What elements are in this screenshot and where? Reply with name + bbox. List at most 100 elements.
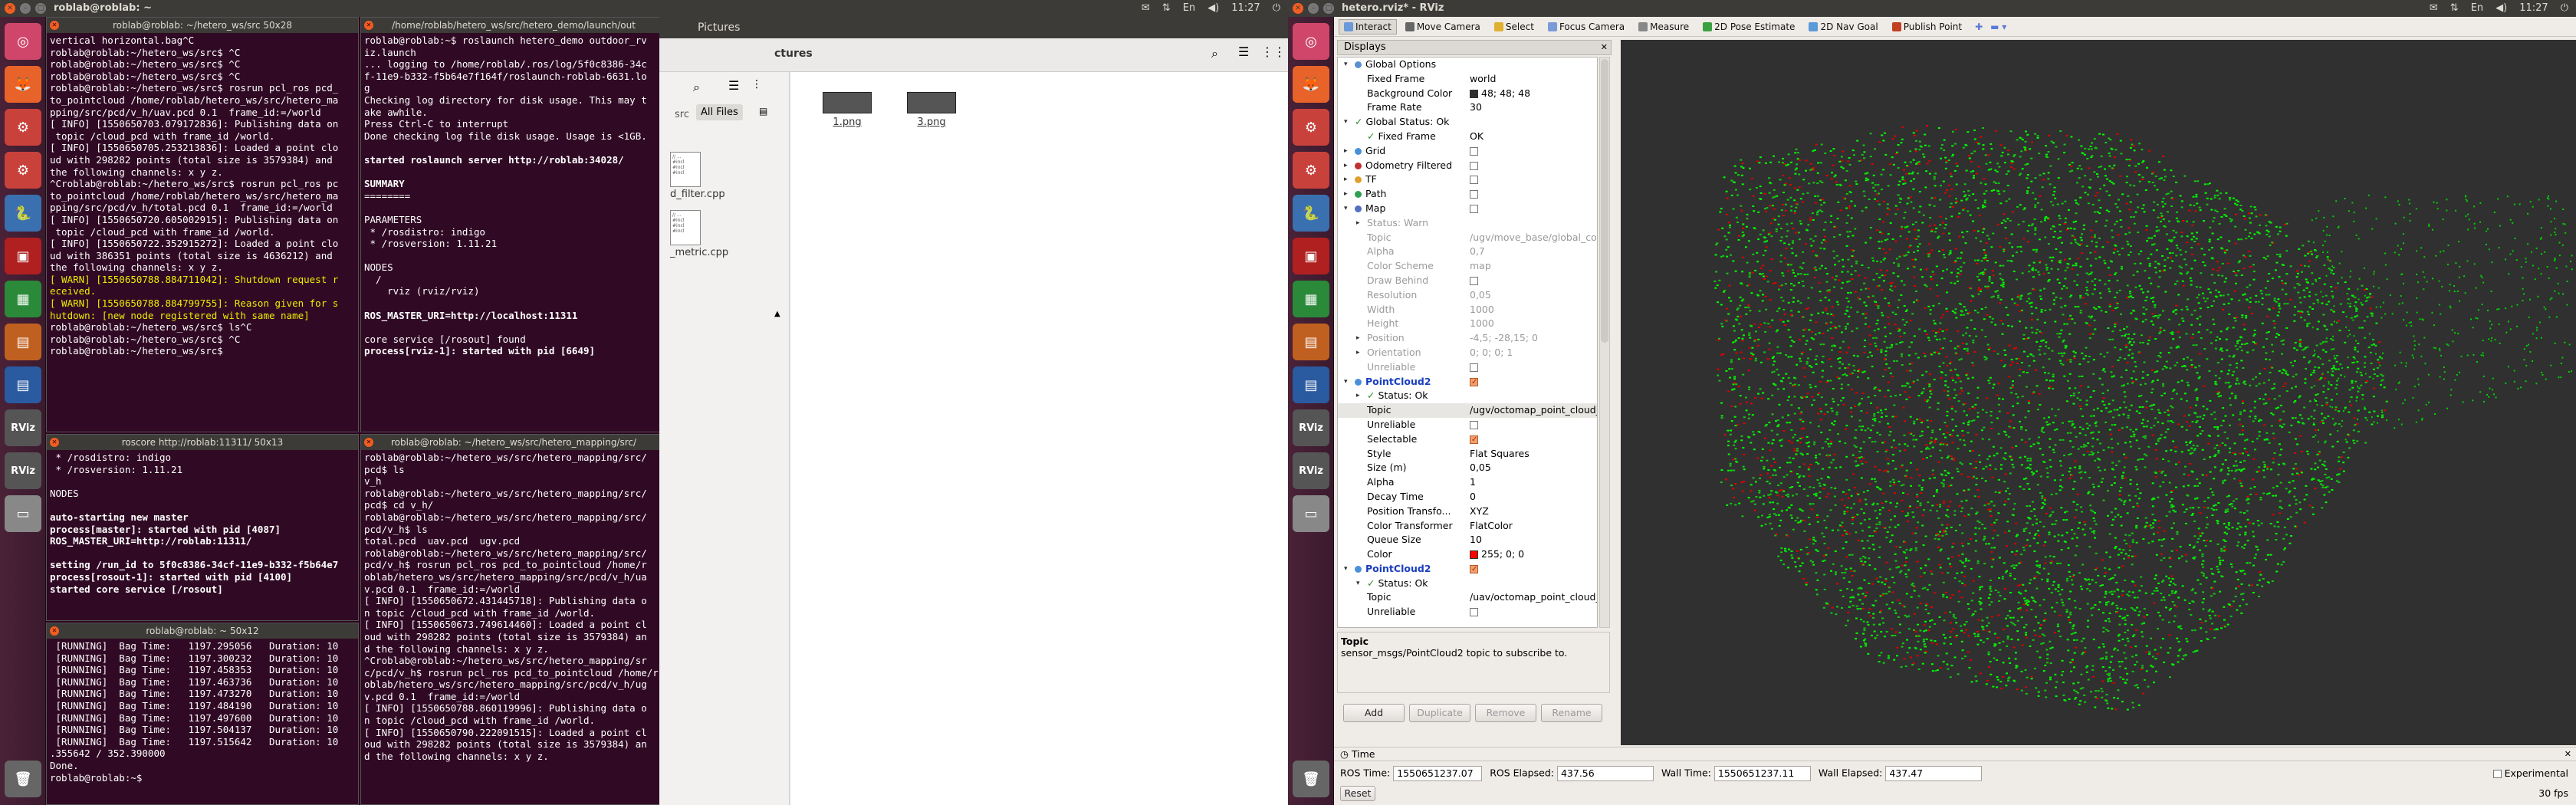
terminal-mapping[interactable]: ✕ roblab@roblab: ~/hetero_ws/src/hetero_m… [360, 434, 667, 805]
close-icon[interactable]: ✕ [2564, 748, 2571, 761]
display-row[interactable]: Decay Time 0 [1338, 490, 1597, 504]
rviz-icon[interactable]: RViz [5, 452, 41, 489]
enable-checkbox[interactable] [1470, 276, 1478, 285]
collapse-arrow-icon[interactable]: ▾ [1356, 577, 1360, 591]
tool-move-camera[interactable]: Move Camera [1400, 19, 1486, 34]
maximize-icon[interactable]: □ [35, 3, 46, 14]
expand-arrow-icon[interactable]: ▸ [1356, 331, 1360, 346]
displays-tree[interactable]: ▾ Global Options Fixed Frame world Backgroun… [1337, 57, 1598, 628]
ros-elapsed-field[interactable]: 437.56 [1556, 766, 1654, 781]
python-icon[interactable]: 🐍 [1293, 195, 1329, 232]
display-row[interactable]: ▸ Path [1338, 187, 1597, 202]
enable-checkbox[interactable] [1470, 146, 1478, 156]
expand-arrow-icon[interactable]: ▸ [1344, 144, 1348, 159]
calc-icon[interactable]: ▦ [1293, 281, 1329, 317]
filter-icon[interactable]: ▤ [759, 106, 767, 117]
display-row[interactable]: Color Scheme map [1338, 259, 1597, 274]
close-icon[interactable]: ✕ [50, 438, 59, 447]
firefox-icon[interactable]: 🦊 [1293, 66, 1329, 103]
display-row[interactable]: Color 255; 0; 0 [1338, 547, 1597, 562]
display-row[interactable]: Color Transformer FlatColor [1338, 519, 1597, 534]
drive-icon[interactable]: ▭ [5, 495, 41, 532]
enable-checkbox[interactable] [1470, 190, 1478, 199]
collapse-arrow-icon[interactable]: ▾ [1344, 115, 1348, 130]
display-row[interactable]: Topic/ugv/octomap_point_cloud_centers [1338, 403, 1597, 418]
display-row[interactable]: Resolution 0,05 [1338, 288, 1597, 303]
wall-time-field[interactable]: 1550651237.11 [1714, 766, 1811, 781]
search-icon[interactable]: ⌕ [1211, 46, 1218, 61]
firefox-icon[interactable]: 🦊 [5, 66, 41, 103]
collapse-arrow-icon[interactable]: ▾ [1344, 202, 1348, 216]
close-icon[interactable]: ✕ [5, 3, 15, 14]
terminal-src[interactable]: ✕ roblab@roblab: ~/hetero_ws/src 50x28 ve… [46, 17, 359, 432]
display-row[interactable]: Width 1000 [1338, 303, 1597, 317]
close-icon[interactable]: ✕ [50, 21, 59, 30]
enable-checkbox[interactable] [1470, 420, 1478, 429]
trash-icon[interactable]: 🗑 [5, 761, 41, 797]
display-row[interactable]: ▾ ✓ Status: Ok [1338, 577, 1597, 591]
color-swatch[interactable] [1470, 550, 1478, 560]
terminal-roscore[interactable]: ✕ roscore http://roblab:11311/ 50x13 * /r… [46, 434, 359, 621]
collapse-arrow-icon[interactable]: ▾ [1344, 375, 1348, 389]
collapse-arrow-icon[interactable]: ▾ [1344, 562, 1348, 577]
displays-scrollbar[interactable] [1599, 57, 1610, 628]
maximize-icon[interactable]: □ [1323, 3, 1334, 14]
duplicate-button[interactable]: Duplicate [1409, 704, 1470, 722]
rename-button[interactable]: Rename [1541, 704, 1602, 722]
display-row[interactable]: Queue Size 10 [1338, 533, 1597, 547]
list-view-icon[interactable]: ☰ [1238, 44, 1249, 59]
3d-viewport[interactable] [1621, 40, 2576, 745]
breadcrumb-src[interactable]: src [675, 109, 689, 120]
terminal-roslaunch[interactable]: ✕ /home/roblab/hetero_ws/src/hetero_demo/… [360, 17, 667, 432]
expand-arrow-icon[interactable]: ▸ [1356, 389, 1360, 403]
display-row[interactable]: ▾ Map [1338, 202, 1597, 216]
menu-icon[interactable]: ☰ [728, 78, 739, 93]
expand-arrow-icon[interactable]: ▸ [1344, 172, 1348, 187]
clock[interactable]: 11:27 [2519, 2, 2548, 14]
mail-icon[interactable]: ✉ [1142, 2, 1150, 14]
terminal-output[interactable]: roblab@roblab:~$ roslaunch hetero_demo o… [361, 33, 666, 359]
keyboard-icon[interactable]: En [2471, 2, 2483, 14]
gear2-icon[interactable]: ⚙ [5, 152, 41, 189]
enable-checkbox[interactable] [1470, 433, 1478, 447]
gear2-icon[interactable]: ⚙ [1293, 152, 1329, 189]
display-row[interactable]: Unreliable [1338, 605, 1597, 619]
rviz-red-icon[interactable]: ▣ [1293, 238, 1329, 274]
expand-arrow-icon[interactable]: ▸ [1344, 187, 1348, 202]
display-row[interactable]: ▾ PointCloud2 [1338, 562, 1597, 577]
enable-checkbox[interactable] [1470, 161, 1478, 170]
settings-icon[interactable]: ⚙ [1293, 109, 1329, 146]
display-row[interactable]: ✓ Fixed Frame OK [1338, 130, 1597, 144]
display-row[interactable]: Fixed Frame world [1338, 72, 1597, 87]
display-row[interactable]: ▾ Global Options [1338, 58, 1597, 72]
close-icon[interactable]: ✕ [364, 21, 373, 30]
tool-2d-pose-estimate[interactable]: 2D Pose Estimate [1697, 19, 1800, 34]
display-row[interactable]: Alpha 1 [1338, 475, 1597, 490]
enable-checkbox[interactable] [1470, 563, 1478, 577]
terminal-rosbag[interactable]: ✕ roblab@roblab: ~ 50x12 [RUNNING] Bag Ti… [46, 623, 359, 805]
grid-view-icon[interactable]: ⋮⋮ [1261, 44, 1286, 59]
writer-icon[interactable]: ▤ [1293, 366, 1329, 403]
writer-icon[interactable]: ▤ [5, 366, 41, 403]
minimize-icon[interactable]: – [1308, 3, 1319, 14]
power-icon[interactable]: ⏻ [1273, 2, 1280, 14]
display-row[interactable]: Selectable [1338, 432, 1597, 447]
display-row[interactable]: ▸ Status: Warn [1338, 216, 1597, 231]
display-row[interactable]: Style Flat Squares [1338, 447, 1597, 462]
terminal-output[interactable]: vertical horizontal.bag^C roblab@roblab:~… [47, 33, 358, 359]
grid-icon[interactable]: ⋮ [751, 78, 762, 90]
close-icon[interactable]: ✕ [1601, 41, 1608, 54]
python-icon[interactable]: 🐍 [5, 195, 41, 232]
close-icon[interactable]: ✕ [50, 626, 59, 636]
add-button[interactable]: Add [1343, 704, 1405, 722]
search-icon[interactable]: ⌕ [693, 80, 700, 95]
display-row[interactable]: ▸ Orientation 0; 0; 0; 1 [1338, 346, 1597, 360]
calc-icon[interactable]: ▦ [5, 281, 41, 317]
display-row[interactable]: Background Color 48; 48; 48 [1338, 87, 1597, 101]
terminal-output[interactable]: * /rosdistro: indigo * /rosversion: 1.11… [47, 450, 358, 596]
volume-icon[interactable]: ◀) [2496, 2, 2507, 14]
reset-button[interactable]: Reset [1340, 786, 1375, 801]
display-row[interactable]: Alpha 0,7 [1338, 245, 1597, 259]
enable-checkbox[interactable] [1470, 204, 1478, 213]
ros-time-field[interactable]: 1550651237.07 [1393, 766, 1483, 781]
